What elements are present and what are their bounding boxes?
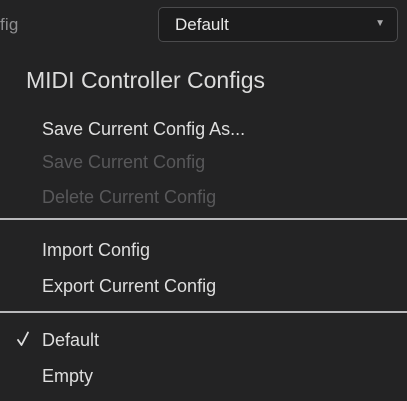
menu-item-label: Empty (42, 366, 94, 386)
midi-config-menu: MIDI Controller Configs Save Current Con… (0, 50, 407, 401)
menu-item-export-config[interactable]: Export Current Config (0, 270, 407, 302)
menu-item-label: Save Current Config As... (42, 119, 246, 139)
menu-item-config-default[interactable]: Default (0, 324, 407, 356)
menu-item-label: Import Config (42, 240, 151, 260)
menu-divider (0, 311, 407, 313)
config-dropdown-value: Default (175, 15, 229, 34)
menu-item-save-config: Save Current Config (0, 146, 407, 178)
menu-item-label: Default (42, 330, 100, 350)
menu-item-label: Delete Current Config (42, 187, 217, 207)
chevron-down-icon: ▼ (375, 18, 385, 29)
config-toolbar: fig Default ▼ (0, 0, 407, 50)
menu-divider (0, 218, 407, 220)
menu-item-label: Save Current Config (42, 152, 206, 172)
menu-item-label: Export Current Config (42, 276, 217, 296)
checkmark-icon (17, 331, 29, 346)
config-dropdown[interactable]: Default ▼ (158, 7, 398, 42)
menu-item-save-config-as[interactable]: Save Current Config As... (0, 113, 407, 145)
config-label: fig (0, 15, 19, 34)
menu-item-import-config[interactable]: Import Config (0, 234, 407, 266)
menu-heading: MIDI Controller Configs (26, 67, 266, 93)
menu-item-delete-config: Delete Current Config (0, 181, 407, 213)
menu-item-config-empty[interactable]: Empty (0, 360, 407, 392)
